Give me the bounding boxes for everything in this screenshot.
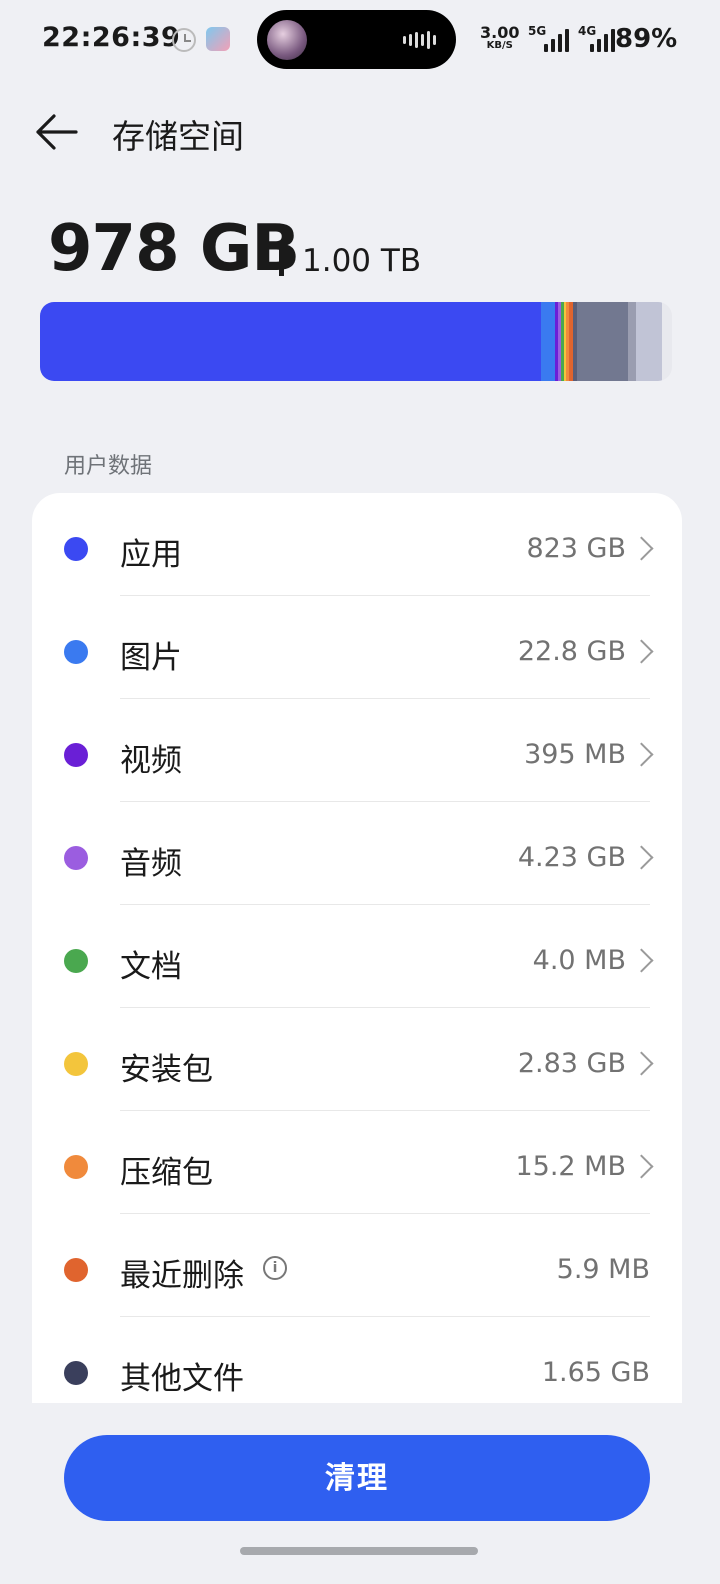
category-row[interactable]: 最近删除 i 5.9 MB [32, 1214, 682, 1317]
chevron-right-icon [629, 1154, 654, 1179]
usage-segment [576, 302, 629, 381]
app-header: 存储空间 [0, 92, 720, 172]
category-color-dot [64, 949, 88, 973]
battery-level: 89% [615, 24, 678, 54]
category-row[interactable]: 图片 22.8 GB [32, 596, 682, 699]
category-color-dot [64, 1155, 88, 1179]
category-label: 压缩包 [120, 1155, 213, 1191]
category-label: 应用 [120, 537, 182, 573]
category-size: 4.23 GB [517, 842, 626, 873]
category-color-dot [64, 846, 88, 870]
network-speed-value: 3.00 [480, 23, 520, 42]
category-label: 文档 [120, 949, 182, 985]
chevron-right-icon [629, 845, 654, 870]
storage-usage-bar [40, 302, 672, 381]
category-row[interactable]: 音频 4.23 GB [32, 802, 682, 905]
category-label: 其他文件 [120, 1361, 244, 1397]
category-color-dot [64, 1052, 88, 1076]
usage-segment [635, 302, 663, 381]
status-bar: 22:26:39 3.00 KB/S 5G 4G 89% [0, 0, 720, 80]
category-label: 图片 [120, 640, 182, 676]
dynamic-island[interactable] [257, 10, 456, 69]
category-color-dot [64, 537, 88, 561]
category-color-dot [64, 1361, 88, 1385]
info-icon[interactable]: i [263, 1256, 287, 1280]
storage-total: 1.00 TB [302, 243, 422, 279]
category-size: 5.9 MB [556, 1254, 650, 1285]
chevron-right-icon [629, 948, 654, 973]
category-size: 22.8 GB [517, 636, 626, 667]
category-color-dot [64, 1258, 88, 1282]
category-size: 395 MB [524, 739, 626, 770]
category-color-dot [64, 640, 88, 664]
category-label: 最近删除 [120, 1258, 244, 1294]
audio-wave-icon [403, 30, 436, 50]
category-size: 1.65 GB [541, 1357, 650, 1388]
usage-segment [541, 302, 556, 381]
category-row[interactable]: 压缩包 15.2 MB [32, 1111, 682, 1214]
back-arrow-icon[interactable] [32, 110, 80, 154]
app-notification-icon [206, 27, 230, 51]
category-size: 15.2 MB [515, 1151, 626, 1182]
chevron-right-icon [629, 742, 654, 767]
network-speed: 3.00 KB/S [480, 25, 519, 51]
category-row[interactable]: 安装包 2.83 GB [32, 1008, 682, 1111]
category-label: 音频 [120, 846, 182, 882]
usage-segment [40, 302, 542, 381]
chevron-right-icon [629, 639, 654, 664]
category-row[interactable]: 应用 823 GB [32, 493, 682, 596]
network-speed-unit: KB/S [486, 40, 513, 51]
category-label: 安装包 [120, 1052, 213, 1088]
signal-icon [544, 28, 569, 52]
category-size: 2.83 GB [517, 1048, 626, 1079]
clock-icon [172, 28, 196, 52]
home-indicator[interactable] [240, 1547, 478, 1555]
category-row[interactable]: 其他文件 1.65 GB [32, 1317, 682, 1403]
status-time: 22:26:39 [42, 22, 181, 53]
signal-icon [590, 28, 615, 52]
category-size: 4.0 MB [532, 945, 626, 976]
chevron-right-icon [629, 536, 654, 561]
section-label: 用户数据 [64, 454, 153, 479]
page-title: 存储空间 [112, 117, 244, 156]
category-label: 视频 [120, 743, 182, 779]
storage-used: 978 GB [48, 212, 300, 286]
category-row[interactable]: 文档 4.0 MB [32, 905, 682, 1008]
chevron-right-icon [629, 1051, 654, 1076]
category-size: 823 GB [526, 533, 626, 564]
category-list: 应用 823 GB 图片 22.8 GB 视频 395 MB 音频 4.23 GB 文档 4.0 … [32, 493, 682, 1403]
storage-divider [279, 248, 284, 276]
category-row[interactable]: 视频 395 MB [32, 699, 682, 802]
category-color-dot [64, 743, 88, 767]
clean-button[interactable]: 清理 [64, 1435, 650, 1521]
island-avatar-icon [267, 20, 307, 60]
